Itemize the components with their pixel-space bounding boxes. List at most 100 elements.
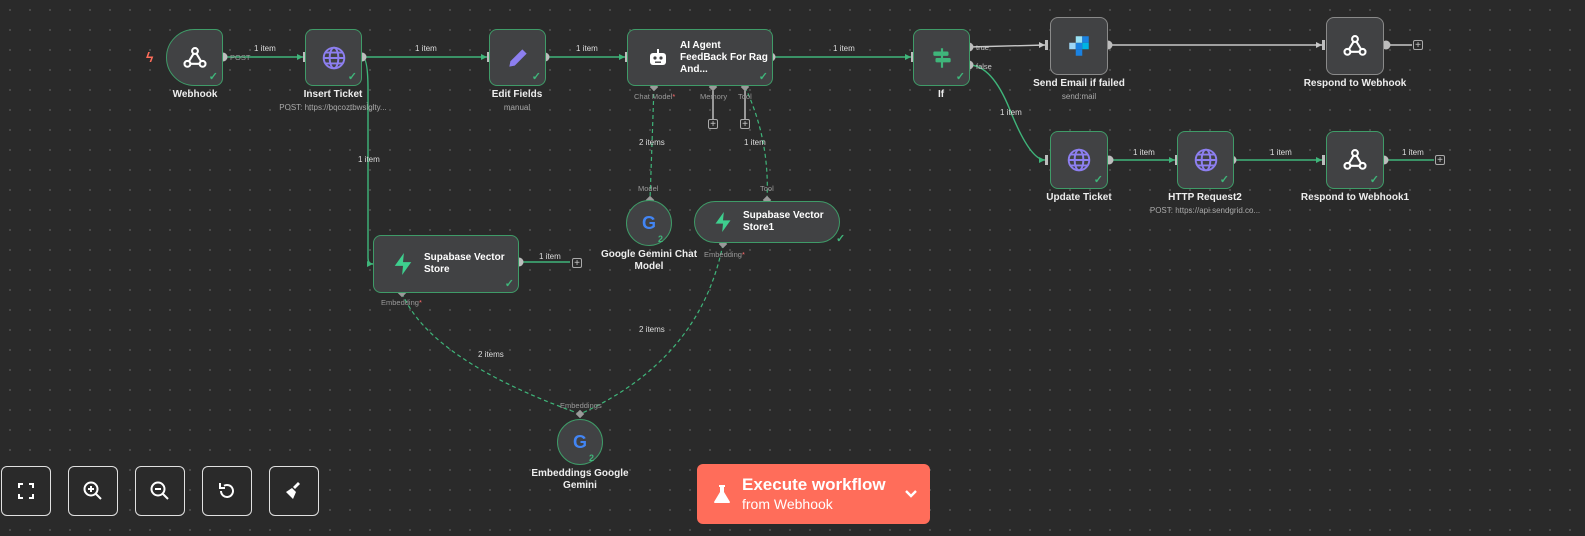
port-label-embedding1: Embedding* xyxy=(704,250,745,259)
sendgrid-icon xyxy=(1069,36,1089,56)
node-title-google-gemini-chat: Google Gemini Chat Model xyxy=(600,249,698,272)
success-check-icon: ✓ xyxy=(758,71,768,83)
success-check-icon: ✓ xyxy=(955,71,965,83)
globe-icon xyxy=(1067,148,1091,172)
node-title-respond-webhook1: Respond to Webhook1 xyxy=(1300,192,1410,203)
add-node-after-respond1-button[interactable]: + xyxy=(1435,155,1445,166)
node-ai-agent[interactable]: AI Agent FeedBack For Rag And... ✓ xyxy=(627,29,773,86)
node-if[interactable]: ✓ xyxy=(913,29,970,86)
google-icon: G xyxy=(572,431,587,452)
success-check-icon: ✓ xyxy=(531,71,541,83)
edge-label-http-respond1: 1 item xyxy=(1270,148,1292,157)
node-title-respond-webhook: Respond to Webhook xyxy=(1303,78,1407,89)
node-supabase-vector-store[interactable]: Supabase Vector Store ✓ xyxy=(373,235,519,293)
run-count-badge: 2 xyxy=(657,234,663,244)
port-label-tool-in: Tool xyxy=(760,184,774,193)
port-label-true: true xyxy=(976,43,989,52)
node-title-send-email: Send Email if failed xyxy=(1033,78,1125,89)
edge-label-insert-supabase: 1 item xyxy=(358,155,380,164)
pencil-icon xyxy=(508,48,527,67)
trigger-bolt-icon: ϟ xyxy=(146,49,154,65)
add-node-after-respond-button[interactable]: + xyxy=(1413,40,1423,51)
port-label-model: Model xyxy=(638,184,659,193)
globe-icon xyxy=(1194,148,1217,172)
google-icon: G xyxy=(641,212,656,233)
supabase-icon xyxy=(715,212,731,232)
edge-label-if-update: 1 item xyxy=(1000,108,1022,117)
node-subtitle-edit-fields: manual xyxy=(503,103,531,112)
globe-icon xyxy=(322,46,345,69)
node-edit-fields[interactable]: ✓ xyxy=(489,29,546,86)
run-count-badge: 2 xyxy=(588,453,594,463)
node-title-ai-agent: AI Agent FeedBack For Rag And... xyxy=(680,39,768,75)
success-check-icon: ✓ xyxy=(1219,174,1229,186)
zoom-out-button[interactable] xyxy=(135,466,185,516)
port-label-false: false xyxy=(976,62,992,71)
fullscreen-icon xyxy=(18,483,34,499)
add-node-after-supabase-button[interactable]: + xyxy=(572,258,582,269)
execute-subtitle: from Webhook xyxy=(742,496,833,512)
zoom-in-icon xyxy=(83,481,102,500)
success-check-icon: ✓ xyxy=(504,278,514,290)
execute-workflow-button[interactable]: Execute workflow from Webhook xyxy=(697,464,930,524)
edge-label-insert-edit: 1 item xyxy=(415,44,437,53)
node-title-embeddings-gemini: Embeddings Google Gemini xyxy=(531,468,629,491)
node-title-edit-fields: Edit Fields xyxy=(491,89,543,100)
port-label-tool: Tool xyxy=(738,92,752,101)
success-check-icon: ✓ xyxy=(836,233,846,245)
add-memory-button[interactable]: + xyxy=(708,119,718,130)
edge-label-emb-store: 2 items xyxy=(478,350,504,359)
node-subtitle-send-email: send:mail xyxy=(1061,92,1097,101)
broom-icon xyxy=(286,482,300,499)
success-check-icon: ✓ xyxy=(347,71,357,83)
node-title-update-ticket: Update Ticket xyxy=(1046,192,1112,203)
edge-label-store1-agent: 1 item xyxy=(744,138,766,147)
node-subtitle-insert-ticket: POST: https://bqcoztbwsl̀glty... xyxy=(279,103,387,112)
node-send-email[interactable] xyxy=(1050,17,1108,75)
success-check-icon: ✓ xyxy=(1369,174,1379,186)
robot-icon xyxy=(650,48,666,65)
node-title-insert-ticket: Insert Ticket xyxy=(303,89,363,100)
node-embeddings-google-gemini[interactable]: G 2 xyxy=(557,419,603,465)
node-webhook[interactable]: ✓ xyxy=(166,29,223,86)
fit-view-button[interactable] xyxy=(1,466,51,516)
flask-icon xyxy=(714,485,730,503)
edge-label-update-http: 1 item xyxy=(1133,148,1155,157)
node-subtitle-http-request2: POST: https://api.sendgrid.co... xyxy=(1149,206,1261,215)
node-google-gemini-chat-model[interactable]: G 2 xyxy=(626,200,672,246)
edge-label-agent-if: 1 item xyxy=(833,44,855,53)
execute-title: Execute workflow xyxy=(742,475,886,494)
supabase-icon xyxy=(394,253,412,275)
node-title-supabase-vector-store: Supabase Vector Store xyxy=(424,252,505,275)
edge-label-emb-store1: 2 items xyxy=(639,325,665,334)
node-http-request2[interactable]: ✓ xyxy=(1177,131,1234,189)
node-insert-ticket[interactable]: ✓ xyxy=(305,29,362,86)
signpost-icon xyxy=(932,47,951,68)
webhook-icon xyxy=(1343,35,1367,56)
node-title-if: If xyxy=(937,89,945,100)
webhook-icon xyxy=(182,46,207,68)
edge-label-webhook-insert: 1 item xyxy=(254,44,276,53)
chevron-down-icon[interactable] xyxy=(904,487,918,501)
node-respond-webhook[interactable] xyxy=(1326,17,1384,75)
port-label-post: POST xyxy=(230,53,251,62)
node-title-http-request2: HTTP Request2 xyxy=(1168,192,1242,203)
reset-zoom-button[interactable] xyxy=(202,466,252,516)
node-supabase-vector-store1[interactable]: Supabase Vector Store1 xyxy=(694,201,840,243)
port-label-embedding: Embedding* xyxy=(381,298,422,307)
node-update-ticket[interactable]: ✓ xyxy=(1050,131,1108,189)
node-respond-webhook1[interactable]: ✓ xyxy=(1326,131,1384,189)
port-label-memory: Memory xyxy=(700,92,728,101)
success-check-icon: ✓ xyxy=(208,71,218,83)
webhook-icon xyxy=(1343,149,1367,170)
tidy-up-button[interactable] xyxy=(269,466,319,516)
edge-label-edit-agent: 1 item xyxy=(576,44,598,53)
node-title-supabase-vector-store1: Supabase Vector Store1 xyxy=(743,210,824,233)
add-tool-button[interactable]: + xyxy=(740,119,750,130)
zoom-out-icon xyxy=(150,481,169,500)
edge-label-gemini-agent: 2 items xyxy=(639,138,665,147)
reset-icon xyxy=(219,483,234,498)
success-check-icon: ✓ xyxy=(1093,174,1103,186)
zoom-in-button[interactable] xyxy=(68,466,118,516)
port-label-chat-model: Chat Model* xyxy=(634,92,676,101)
